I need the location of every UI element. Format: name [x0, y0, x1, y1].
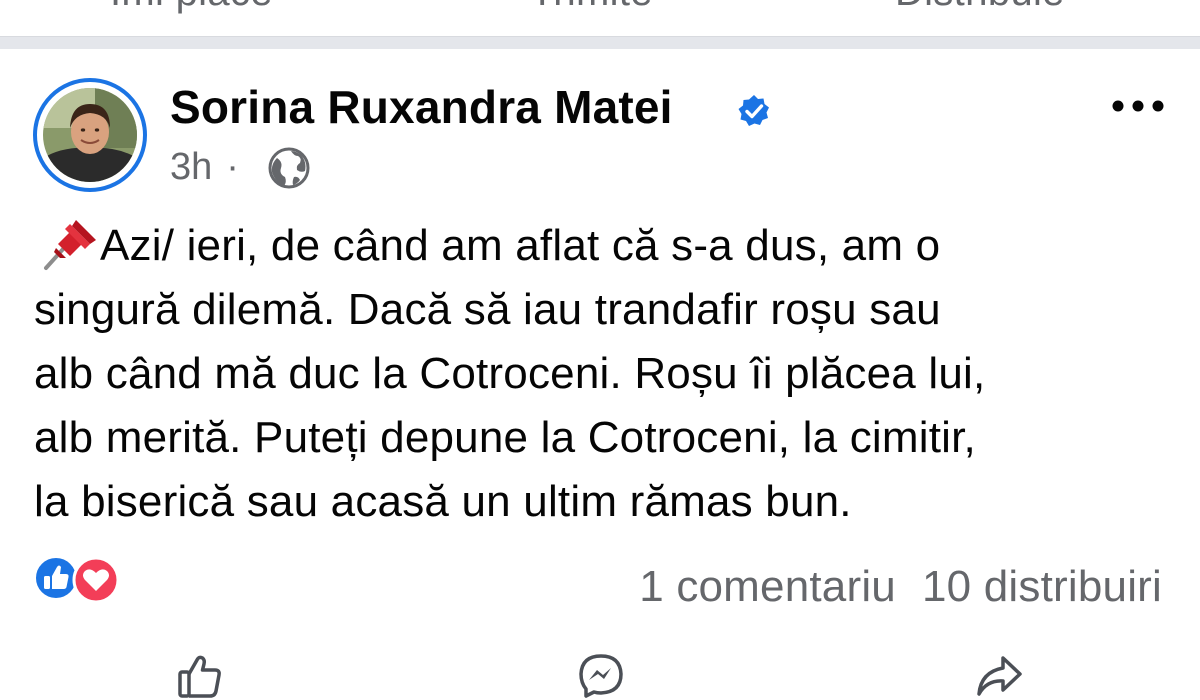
meta-separator: · [226, 146, 239, 188]
author-name[interactable]: Sorina Ruxandra Matei [170, 80, 673, 134]
love-reaction-icon [72, 556, 120, 604]
reaction-summary[interactable] [34, 556, 130, 604]
previous-share-button[interactable]: Distribuie [895, 0, 1065, 15]
author-avatar[interactable] [33, 78, 147, 192]
feed-separator [0, 36, 1200, 49]
thumbs-up-icon[interactable] [176, 652, 224, 700]
verified-badge-icon [738, 95, 769, 126]
share-arrow-icon[interactable] [975, 652, 1023, 700]
avatar-photo [43, 88, 137, 182]
shares-count[interactable]: 10 distribuiri [922, 562, 1162, 611]
post-meta: 3h · [170, 146, 249, 189]
previous-send-button[interactable]: Trimite [530, 0, 653, 15]
post-action-bar [0, 650, 1200, 700]
facebook-feed: Îmi place Trimite Distribuie Sorina Ruxa… [0, 0, 1200, 700]
comments-count[interactable]: 1 comentariu [639, 562, 896, 611]
post-text-line: singură dilemă. Dacă să iau trandafir ro… [34, 285, 941, 334]
more-options-icon[interactable] [1110, 88, 1166, 124]
engagement-counts: 1 comentariu 10 distribuiri [639, 562, 1162, 612]
post-text-line: Azi/ ieri, de când am aflat că s-a dus, … [100, 221, 941, 270]
post-text-line: alb merită. Puteți depune la Cotroceni, … [34, 413, 976, 462]
globe-icon[interactable] [267, 146, 311, 190]
messenger-icon[interactable] [577, 652, 625, 700]
post-text-line: la biserică sau acasă un ultim rămas bun… [34, 477, 852, 526]
previous-post-action-bar: Îmi place Trimite Distribuie [0, 0, 1200, 28]
post-text-line: alb când mă duc la Cotroceni. Roșu îi pl… [34, 349, 986, 398]
post-text: Azi/ ieri, de când am aflat că s-a dus, … [34, 214, 1184, 534]
post-timestamp[interactable]: 3h [170, 146, 212, 188]
previous-like-button[interactable]: Îmi place [110, 0, 273, 15]
